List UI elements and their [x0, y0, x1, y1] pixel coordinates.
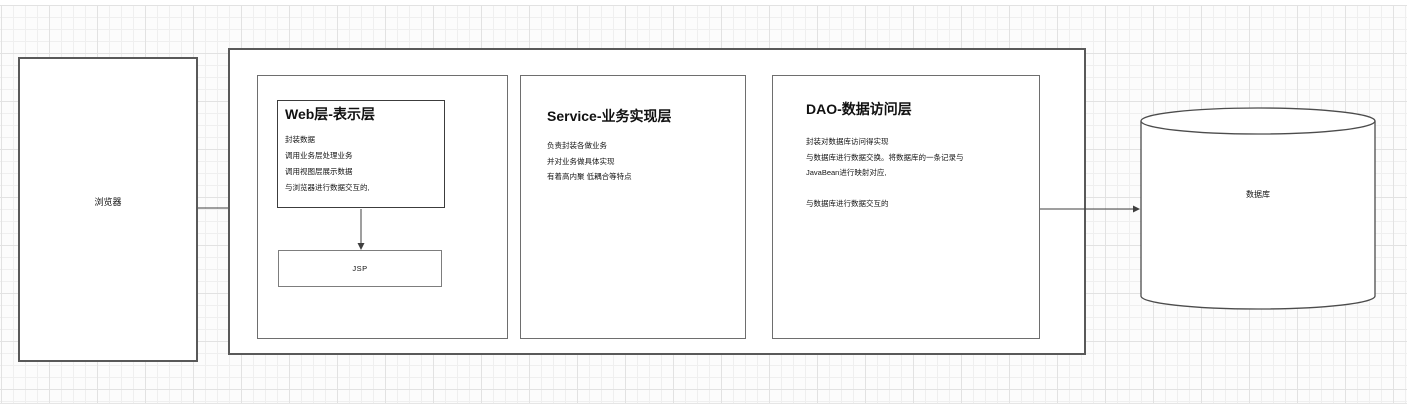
database-label: 数据库 — [1140, 189, 1376, 200]
dao-layer-title: DAO-数据访问层 — [806, 99, 1029, 119]
service-layer-notes: 负责封装各做业务 并对业务做具体实现 有着高内聚 低耦合等特点 — [547, 138, 735, 185]
arrow-web-to-jsp[interactable] — [355, 209, 367, 250]
diagram-canvas: 浏览器 Web层-表示层 封装数据 调用业务层处理业务 调用视图层展示数据 与浏… — [0, 0, 1407, 420]
jsp-label: JSP — [352, 264, 367, 273]
service-layer-title: Service-业务实现层 — [547, 106, 735, 126]
database-cylinder-body — [1141, 121, 1375, 309]
canvas-bottom-margin — [0, 403, 1407, 420]
service-note-line: 负责封装各做业务 — [547, 138, 735, 154]
dao-note-footer: 与数据库进行数据交互的 — [806, 196, 1029, 212]
dao-layer-node[interactable]: DAO-数据访问层 封装对数据库访问得实现 与数据库进行数据交换。将数据库的一条… — [772, 75, 1040, 339]
web-note-line: 调用视图层展示数据 — [285, 164, 437, 180]
service-note-line: 有着高内聚 低耦合等特点 — [547, 169, 735, 185]
dao-note-line: 封装对数据库访问得实现 — [806, 134, 1029, 150]
arrow-dao-to-database[interactable] — [1040, 204, 1141, 214]
web-note-line: 调用业务层处理业务 — [285, 148, 437, 164]
web-layer-title: Web层-表示层 — [285, 104, 437, 124]
browser-label: 浏览器 — [94, 195, 121, 208]
dao-note-line: 与数据库进行数据交换。将数据库的一条记录与 — [806, 150, 1029, 166]
jsp-node[interactable]: JSP — [278, 250, 442, 287]
service-layer-node[interactable]: Service-业务实现层 负责封装各做业务 并对业务做具体实现 有着高内聚 低… — [520, 75, 746, 339]
browser-node[interactable]: 浏览器 — [18, 57, 198, 362]
canvas-top-margin — [0, 0, 1407, 5]
service-note-line: 并对业务做具体实现 — [547, 154, 735, 170]
database-cylinder-top — [1141, 108, 1375, 134]
dao-note-line: JavaBean进行映射对应, — [806, 165, 1029, 181]
database-cylinder-node[interactable] — [1140, 107, 1376, 311]
dao-layer-notes: 封装对数据库访问得实现 与数据库进行数据交换。将数据库的一条记录与 JavaBe… — [806, 134, 1029, 181]
web-note-line: 与浏览器进行数据交互的, — [285, 180, 437, 196]
web-layer-notes: 封装数据 调用业务层处理业务 调用视图层展示数据 与浏览器进行数据交互的, — [285, 132, 437, 196]
web-note-line: 封装数据 — [285, 132, 437, 148]
web-layer-node[interactable]: Web层-表示层 封装数据 调用业务层处理业务 调用视图层展示数据 与浏览器进行… — [277, 100, 445, 208]
